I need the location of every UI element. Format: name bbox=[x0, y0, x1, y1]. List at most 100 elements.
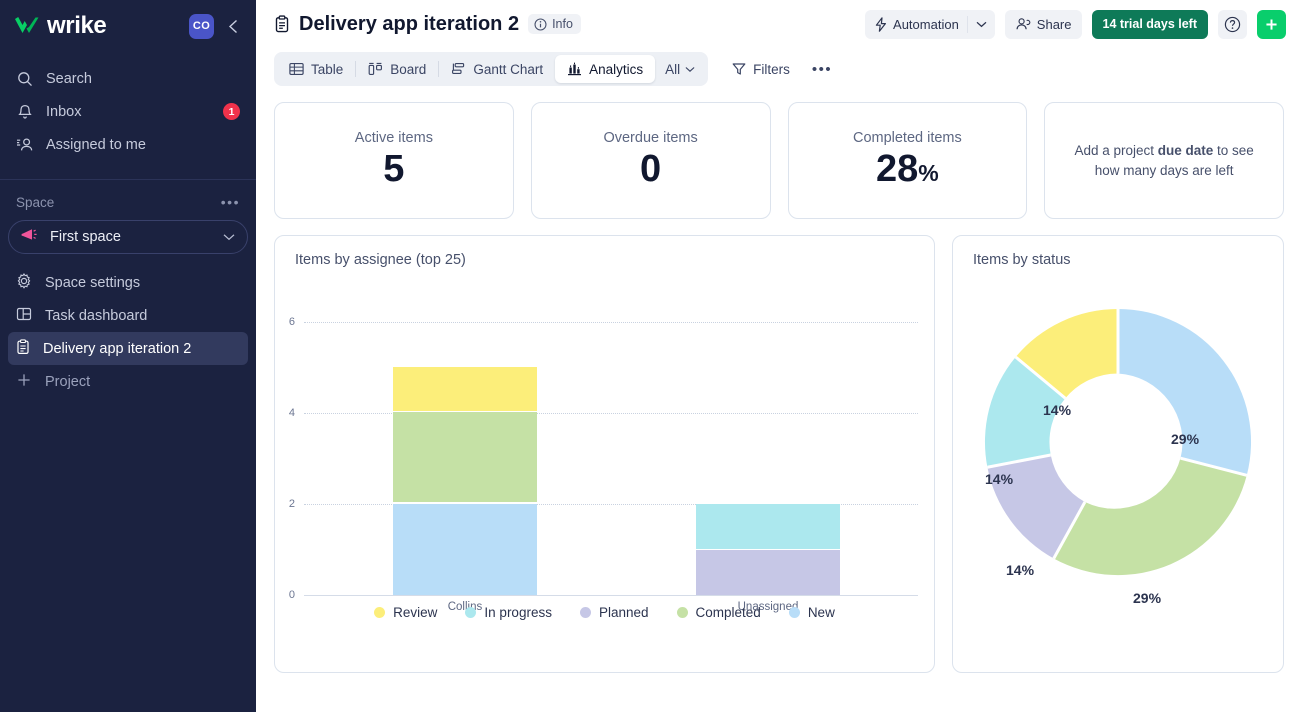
legend-label: Review bbox=[393, 605, 437, 620]
bar-segment-new[interactable] bbox=[393, 504, 537, 595]
donut-slice-new[interactable] bbox=[1118, 309, 1251, 475]
donut-value-planned: 14% bbox=[1006, 562, 1034, 578]
due-date-hint-bold: due date bbox=[1158, 143, 1214, 158]
sidebar-item-task-dashboard[interactable]: Task dashboard bbox=[8, 299, 248, 332]
tab-all-dropdown[interactable]: All bbox=[655, 55, 705, 83]
automation-dropdown-button[interactable] bbox=[968, 10, 995, 39]
chevron-down-icon bbox=[685, 66, 695, 73]
sidebar-item-assigned-to-me[interactable]: Assigned to me bbox=[0, 128, 256, 161]
sidebar-item-delivery-app-iteration-2[interactable]: Delivery app iteration 2 bbox=[8, 332, 248, 365]
bar-segment-planned[interactable] bbox=[696, 550, 840, 595]
legend-label: New bbox=[808, 605, 835, 620]
bar-segment-completed[interactable] bbox=[393, 412, 537, 502]
legend-label: Completed bbox=[696, 605, 761, 620]
automation-button-group[interactable]: Automation bbox=[865, 10, 995, 39]
share-button[interactable]: Share bbox=[1005, 10, 1082, 39]
bar-chart-plot: 6 4 2 0 bbox=[275, 278, 934, 608]
bar-segment-review[interactable] bbox=[393, 367, 537, 411]
tab-analytics[interactable]: Analytics bbox=[555, 55, 655, 83]
sidebar-space-items: Space settings Task dashboard Delivery a… bbox=[0, 266, 256, 398]
due-date-hint: Add a project due date to see how many d… bbox=[1045, 141, 1283, 180]
share-people-icon bbox=[1015, 17, 1031, 31]
kpi-card-due-date-hint: Add a project due date to see how many d… bbox=[1044, 102, 1284, 219]
clipboard-icon bbox=[274, 15, 290, 33]
automation-button[interactable]: Automation bbox=[865, 10, 967, 39]
legend-item-completed[interactable]: Completed bbox=[677, 605, 761, 620]
donut-value-completed: 29% bbox=[1133, 590, 1161, 606]
kpi-label: Active items bbox=[355, 130, 433, 146]
tab-table[interactable]: Table bbox=[277, 55, 355, 83]
sidebar-item-label: Space settings bbox=[45, 275, 140, 291]
wrike-logo-icon bbox=[14, 16, 40, 36]
analytics-content: Active items 5 Overdue items 0 Completed… bbox=[256, 90, 1300, 712]
legend-item-review[interactable]: Review bbox=[374, 605, 437, 620]
info-label: Info bbox=[552, 17, 573, 31]
page-title-group: Delivery app iteration 2 Info bbox=[274, 13, 855, 36]
app-root: wrike CO Search Inbox 1 bbox=[0, 0, 1300, 712]
info-icon bbox=[534, 18, 547, 31]
sidebar-header: wrike CO bbox=[0, 0, 256, 52]
tabs-more-icon[interactable]: ••• bbox=[804, 61, 840, 78]
chart-title: Items by assignee (top 25) bbox=[275, 236, 934, 268]
space-selector-label: First space bbox=[50, 229, 212, 245]
bell-icon bbox=[16, 103, 33, 120]
space-header-label: Space bbox=[16, 195, 221, 210]
megaphone-icon bbox=[21, 227, 39, 247]
sidebar-item-space-settings[interactable]: Space settings bbox=[8, 266, 248, 299]
sidebar-item-label: Inbox bbox=[46, 104, 210, 120]
main-area: Delivery app iteration 2 Info Automation bbox=[256, 0, 1300, 712]
tab-label: Table bbox=[311, 62, 343, 77]
legend-color-dot bbox=[580, 607, 591, 618]
bar-segment-in-progress[interactable] bbox=[696, 504, 840, 549]
donut-value-new: 29% bbox=[1171, 431, 1199, 447]
plus-icon bbox=[16, 372, 32, 392]
legend-label: Planned bbox=[599, 605, 649, 620]
chevron-down-icon bbox=[976, 21, 987, 28]
y-tick: 2 bbox=[277, 498, 295, 510]
sidebar-item-search[interactable]: Search bbox=[0, 62, 256, 95]
legend-item-planned[interactable]: Planned bbox=[580, 605, 649, 620]
kpi-label: Overdue items bbox=[603, 130, 697, 146]
kpi-value-group: 28% bbox=[876, 148, 939, 192]
share-label: Share bbox=[1037, 17, 1072, 32]
space-more-icon[interactable]: ••• bbox=[221, 194, 240, 210]
sidebar-item-label: Search bbox=[46, 71, 240, 87]
filter-icon bbox=[732, 62, 746, 76]
avatar[interactable]: CO bbox=[189, 14, 214, 39]
gantt-icon bbox=[451, 62, 466, 76]
legend-color-dot bbox=[677, 607, 688, 618]
donut-slice-completed[interactable] bbox=[1054, 458, 1247, 575]
collapse-sidebar-icon[interactable] bbox=[224, 14, 242, 38]
legend-item-new[interactable]: New bbox=[789, 605, 835, 620]
tab-all-label: All bbox=[665, 62, 680, 77]
x-axis-line bbox=[304, 595, 918, 596]
analytics-icon bbox=[567, 62, 582, 76]
kpi-card-active-items: Active items 5 bbox=[274, 102, 514, 219]
page-title: Delivery app iteration 2 bbox=[299, 13, 519, 36]
search-icon bbox=[16, 70, 33, 87]
sidebar-item-project[interactable]: Project bbox=[8, 365, 248, 398]
kpi-value: 5 bbox=[383, 148, 404, 192]
donut-chart-plot: 29% 29% 14% 14% 14% bbox=[953, 272, 1283, 632]
filters-button[interactable]: Filters bbox=[722, 55, 800, 83]
table-icon bbox=[289, 62, 304, 76]
dashboard-icon bbox=[16, 306, 32, 326]
kpi-row: Active items 5 Overdue items 0 Completed… bbox=[274, 102, 1284, 219]
y-tick: 0 bbox=[277, 589, 295, 601]
chart-card-items-by-status: Items by status bbox=[952, 235, 1284, 673]
filters-label: Filters bbox=[753, 62, 790, 77]
tab-board[interactable]: Board bbox=[356, 55, 438, 83]
info-button[interactable]: Info bbox=[528, 14, 581, 34]
charts-row: Items by assignee (top 25) 6 4 2 0 bbox=[274, 235, 1284, 673]
legend-item-in-progress[interactable]: In progress bbox=[465, 605, 552, 620]
help-button[interactable] bbox=[1218, 10, 1247, 39]
tab-gantt-chart[interactable]: Gantt Chart bbox=[439, 55, 555, 83]
tab-group: Table Board Gantt Chart Analytics All bbox=[274, 52, 708, 86]
wrike-logo[interactable]: wrike bbox=[14, 12, 189, 40]
sidebar-item-inbox[interactable]: Inbox 1 bbox=[0, 95, 256, 128]
add-button[interactable] bbox=[1257, 10, 1286, 39]
chevron-down-icon bbox=[223, 233, 235, 241]
trial-badge[interactable]: 14 trial days left bbox=[1092, 10, 1209, 39]
donut-svg bbox=[953, 272, 1283, 612]
space-selector[interactable]: First space bbox=[8, 220, 248, 254]
